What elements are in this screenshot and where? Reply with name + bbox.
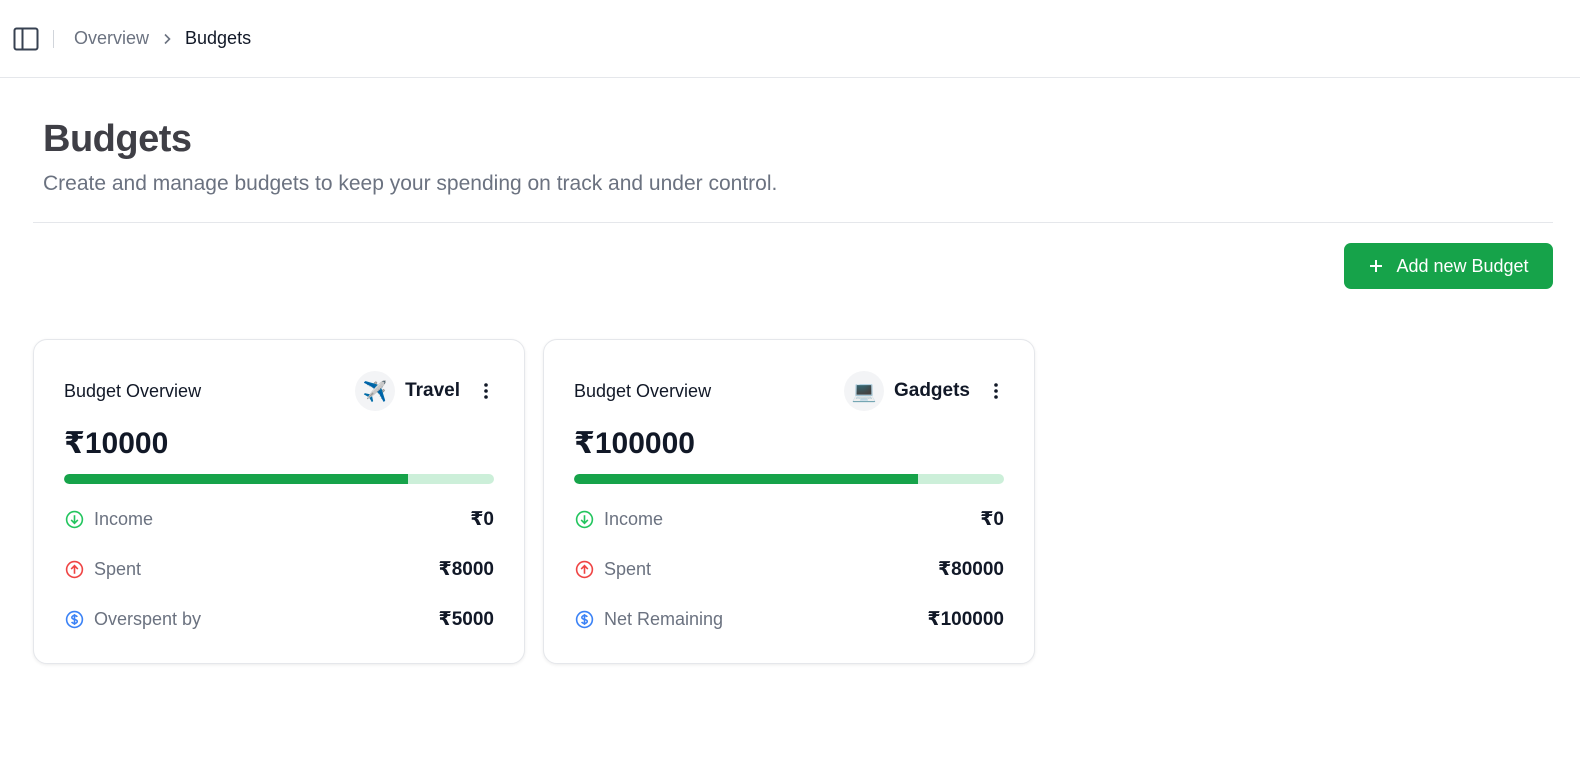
income-value: ₹0 xyxy=(980,508,1004,530)
chevron-right-icon xyxy=(163,33,171,45)
page-subtitle: Create and manage budgets to keep your s… xyxy=(43,172,778,195)
breadcrumb-current: Budgets xyxy=(185,28,252,48)
arrow-down-circle-icon xyxy=(574,509,594,529)
plus-icon xyxy=(1368,258,1384,274)
breadcrumb-overview-link[interactable]: Overview xyxy=(74,28,149,49)
spent-row: Spent ₹8000 xyxy=(64,555,494,583)
budget-card-header: Budget Overview ✈️ Travel xyxy=(64,370,494,412)
spent-value: ₹80000 xyxy=(937,558,1004,580)
balance-row: Net Remaining ₹100000 xyxy=(574,605,1004,633)
page-title: Budgets xyxy=(43,118,192,160)
spent-row: Spent ₹80000 xyxy=(574,555,1004,583)
breadcrumb: Overview Budgets xyxy=(74,28,251,49)
spent-value: ₹8000 xyxy=(438,558,495,580)
arrow-up-circle-icon xyxy=(64,559,84,579)
category-name: Travel xyxy=(405,380,460,401)
budget-card-gadgets[interactable]: Budget Overview 💻 Gadgets ₹100000 Income… xyxy=(543,339,1035,664)
budget-progress-bar xyxy=(64,474,494,484)
budget-progress-fill xyxy=(64,474,408,484)
budget-category: ✈️ Travel xyxy=(355,371,460,411)
balance-row: Overspent by ₹5000 xyxy=(64,605,494,633)
dollar-circle-icon xyxy=(64,609,84,629)
toolbar-divider xyxy=(53,29,54,48)
balance-value: ₹5000 xyxy=(438,608,495,630)
sidebar-toggle-icon[interactable] xyxy=(12,25,40,53)
budget-card-title: Budget Overview xyxy=(574,380,712,401)
budget-card-title: Budget Overview xyxy=(64,380,202,401)
dollar-circle-icon xyxy=(574,609,594,629)
top-bar: Overview Budgets xyxy=(0,0,1580,78)
budget-card-header: Budget Overview 💻 Gadgets xyxy=(574,370,1004,412)
arrow-down-circle-icon xyxy=(64,509,84,529)
section-divider xyxy=(33,222,1553,223)
income-row: Income ₹0 xyxy=(64,505,494,533)
more-options-icon[interactable] xyxy=(474,377,498,405)
income-value: ₹0 xyxy=(470,508,494,530)
spent-label: Spent xyxy=(94,558,142,579)
income-label: Income xyxy=(604,508,664,529)
add-new-budget-button[interactable]: Add new Budget xyxy=(1344,243,1553,289)
income-row: Income ₹0 xyxy=(574,505,1004,533)
category-emoji: 💻 xyxy=(851,380,877,403)
add-new-budget-label: Add new Budget xyxy=(1396,255,1529,276)
arrow-up-circle-icon xyxy=(574,559,594,579)
more-options-icon[interactable] xyxy=(984,377,1008,405)
laptop-icon: 💻 xyxy=(843,371,884,411)
budget-category: 💻 Gadgets xyxy=(843,371,970,411)
category-name: Gadgets xyxy=(893,380,970,401)
balance-label: Net Remaining xyxy=(604,608,724,629)
budget-amount: ₹100000 xyxy=(574,427,695,460)
spent-label: Spent xyxy=(604,558,652,579)
budget-progress-bar xyxy=(574,474,1004,484)
income-label: Income xyxy=(94,508,154,529)
budget-card-travel[interactable]: Budget Overview ✈️ Travel ₹10000 Income … xyxy=(33,339,525,664)
balance-value: ₹100000 xyxy=(927,608,1004,630)
balance-label: Overspent by xyxy=(94,608,202,629)
category-emoji: ✈️ xyxy=(362,380,388,403)
budget-amount: ₹10000 xyxy=(64,427,169,460)
budget-progress-fill xyxy=(574,474,918,484)
airplane-icon: ✈️ xyxy=(355,371,396,411)
